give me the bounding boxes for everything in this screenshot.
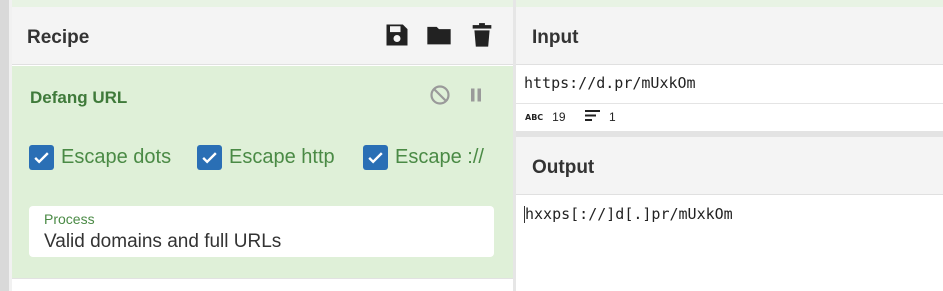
escape-http-checkbox[interactable]: Escape http — [197, 144, 335, 170]
recipe-title: Recipe — [27, 27, 90, 48]
pause-icon[interactable] — [464, 83, 488, 107]
input-textarea[interactable]: https://d.pr/mUxkOm — [524, 74, 696, 92]
top-strip — [0, 0, 943, 7]
process-value: Valid domains and full URLs — [44, 231, 282, 252]
save-icon[interactable] — [383, 21, 411, 49]
char-count-value: 19 — [552, 110, 566, 124]
output-text: hxxps[://]d[.]pr/mUxkOm — [525, 205, 733, 223]
input-status-bar: ABC 19 1 — [516, 103, 943, 131]
recipe-pane: Recipe Defang URL Escape dots Escape htt… — [12, 7, 513, 291]
checkbox-checked-icon[interactable] — [363, 144, 388, 170]
checkbox-checked-icon[interactable] — [29, 144, 54, 170]
escape-colon-slashes-label: Escape :// — [395, 145, 484, 168]
line-count-value: 1 — [609, 110, 616, 124]
escape-dots-checkbox[interactable]: Escape dots — [29, 144, 171, 170]
trash-icon[interactable] — [468, 21, 496, 49]
recipe-drop-area[interactable] — [12, 278, 513, 291]
char-count-stat: ABC 19 — [525, 110, 566, 124]
escape-colon-slashes-checkbox[interactable]: Escape :// — [363, 144, 484, 170]
operation-title: Defang URL — [30, 88, 128, 107]
left-edge — [0, 0, 9, 291]
recipe-header: Recipe — [12, 7, 513, 65]
defang-url-operation: Defang URL Escape dots Escape http Escap… — [12, 66, 513, 278]
line-count-icon — [585, 110, 600, 124]
char-count-icon: ABC — [525, 112, 544, 122]
process-label: Process — [44, 211, 95, 227]
checkbox-checked-icon[interactable] — [197, 144, 222, 170]
folder-icon[interactable] — [425, 21, 453, 49]
input-title: Input — [532, 27, 579, 48]
escape-http-label: Escape http — [229, 145, 335, 168]
process-select[interactable]: Process Valid domains and full URLs — [29, 206, 494, 257]
output-textarea[interactable]: hxxps[://]d[.]pr/mUxkOm — [524, 205, 733, 223]
disable-icon[interactable] — [428, 83, 452, 107]
output-title: Output — [532, 157, 595, 178]
output-header: Output — [516, 137, 943, 195]
escape-dots-label: Escape dots — [61, 145, 172, 168]
line-count-stat: 1 — [585, 110, 616, 124]
input-header: Input — [516, 7, 943, 65]
